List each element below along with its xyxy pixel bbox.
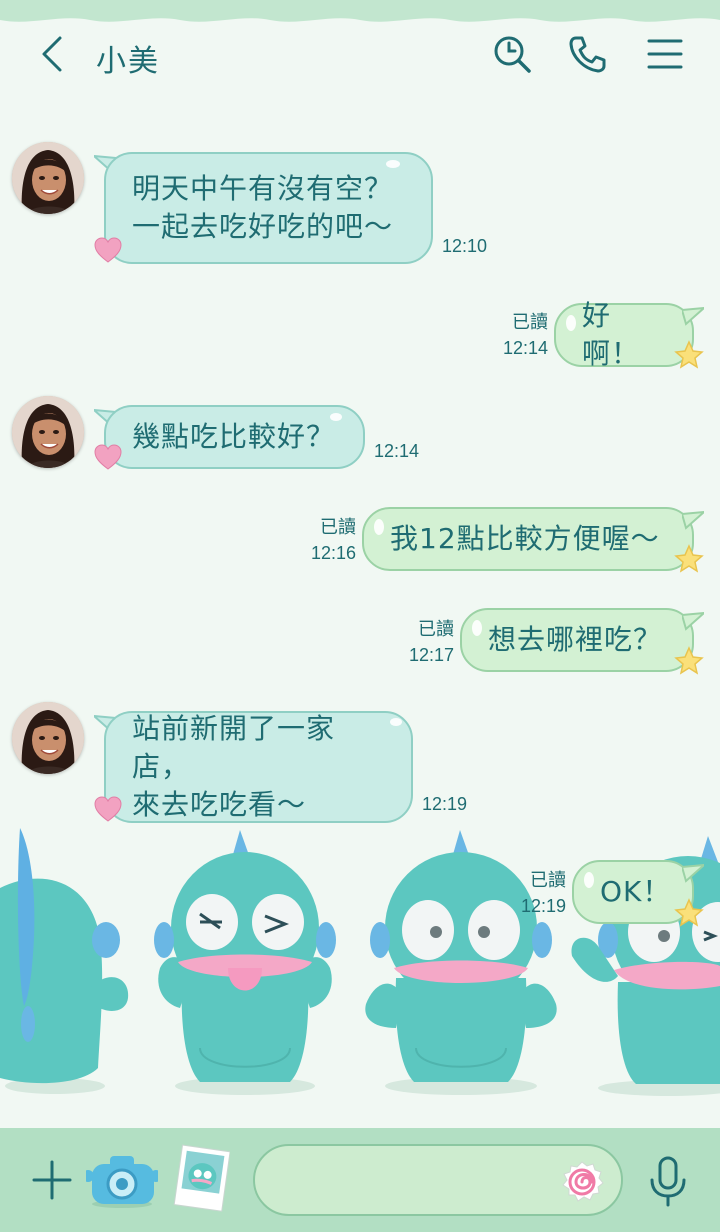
message-text: 好啊！	[582, 299, 641, 370]
message-bubble-outgoing[interactable]: 我12點比較方便喔〜	[362, 507, 694, 571]
bubble-tail	[682, 306, 704, 326]
message-time: 12:17	[408, 645, 454, 665]
message-text: 站前新開了一家店， 來去吃吃看〜	[132, 712, 336, 821]
message-text: 我12點比較方便喔〜	[390, 522, 660, 555]
bubble-gloss	[472, 620, 482, 636]
star-icon	[674, 646, 704, 675]
message-text: 明天中午有沒有空？ 一起去吃好吃的吧〜	[132, 172, 394, 243]
mic-icon[interactable]	[646, 1156, 690, 1208]
plus-icon[interactable]	[30, 1158, 74, 1202]
message-time: 12:10	[442, 236, 488, 256]
avatar[interactable]	[12, 142, 84, 214]
message-text: OK！	[600, 875, 672, 908]
star-icon	[674, 340, 704, 369]
search-history-icon[interactable]	[492, 34, 532, 74]
bubble-tail	[682, 510, 704, 530]
bubble-tail	[682, 611, 704, 631]
emoji-icon[interactable]	[560, 1160, 604, 1204]
message-time: 12:14	[502, 338, 548, 358]
chat-title[interactable]: 小美	[96, 36, 160, 80]
camera-icon[interactable]	[86, 1146, 158, 1210]
mascot-sticker-tongue	[154, 830, 336, 1095]
message-meta: 已讀 12:19	[506, 867, 566, 919]
chat-header: 小美	[0, 0, 720, 110]
message-time: 12:19	[520, 896, 566, 916]
bubble-gloss	[330, 413, 342, 421]
message-time: 12:16	[310, 543, 356, 563]
menu-icon[interactable]	[645, 34, 685, 74]
photo-icon[interactable]	[172, 1144, 230, 1214]
phone-icon[interactable]	[567, 34, 607, 74]
bubble-gloss	[386, 160, 400, 168]
bubble-gloss	[584, 872, 594, 888]
read-receipt: 已讀	[512, 312, 548, 332]
heart-icon	[94, 444, 122, 470]
chevron-left-icon[interactable]	[34, 34, 74, 74]
message-bubble-outgoing[interactable]: 想去哪裡吃？	[460, 608, 694, 672]
message-text: 幾點吃比較好？	[132, 420, 336, 453]
star-icon	[674, 544, 704, 573]
bubble-gloss	[390, 718, 402, 726]
input-bar	[0, 1128, 720, 1232]
message-meta: 已讀 12:14	[488, 309, 548, 361]
mascot-sticker-back	[0, 828, 129, 1094]
message-bubble-outgoing[interactable]: 好啊！	[554, 299, 694, 370]
bubble-gloss	[566, 315, 576, 331]
message-bubble-incoming[interactable]: 站前新開了一家店， 來去吃吃看〜	[104, 711, 413, 823]
message-bubble-incoming[interactable]: 明天中午有沒有空？ 一起去吃好吃的吧〜	[104, 152, 433, 264]
star-icon	[674, 898, 704, 927]
read-receipt: 已讀	[320, 517, 356, 537]
message-text: 想去哪裡吃？	[488, 623, 663, 656]
message-time: 12:14	[374, 441, 420, 461]
bubble-gloss	[374, 519, 384, 535]
read-receipt: 已讀	[418, 619, 454, 639]
read-receipt: 已讀	[530, 870, 566, 890]
avatar[interactable]	[12, 702, 84, 774]
message-bubble-incoming[interactable]: 幾點吃比較好？	[104, 405, 365, 469]
bubble-tail	[682, 863, 704, 883]
chat-screen: 小美 明天中午有沒有空？ 一起去吃好吃的吧〜 12:10 已讀 12:14 好啊…	[0, 0, 720, 1232]
message-meta: 已讀 12:17	[394, 616, 454, 668]
message-time: 12:19	[422, 794, 468, 814]
heart-icon	[94, 237, 122, 263]
avatar[interactable]	[12, 396, 84, 468]
message-meta: 已讀 12:16	[296, 514, 356, 566]
heart-icon	[94, 796, 122, 822]
